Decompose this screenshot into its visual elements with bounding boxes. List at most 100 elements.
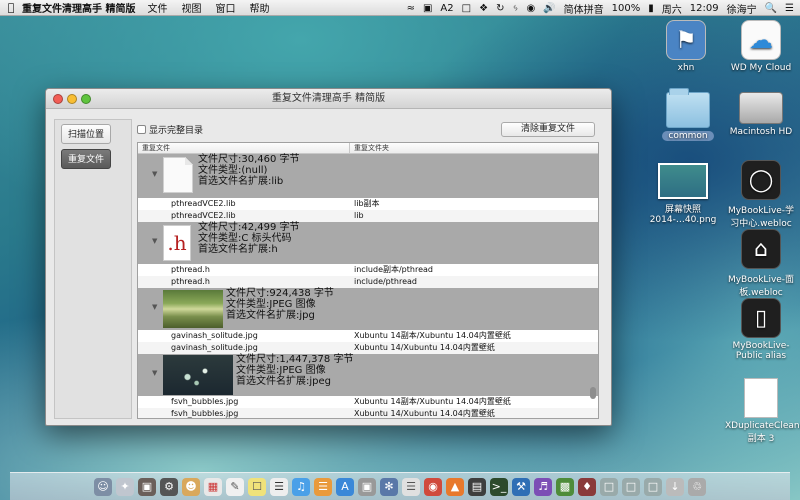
desktop-icon-mybooklive-learning[interactable]: ◯ MyBookLive-学习中心.webloc	[725, 160, 797, 229]
notes-icon[interactable]: ✎	[226, 477, 244, 496]
column-header-folder[interactable]: 重复文件夹	[350, 143, 598, 153]
window-titlebar[interactable]: 重复文件清理高手 精简版	[46, 89, 611, 109]
textedit-icon[interactable]: ☰	[402, 477, 420, 496]
show-full-dir-option[interactable]: 显示完整目录	[137, 123, 203, 136]
preview-icon[interactable]: ▣	[358, 477, 376, 496]
vlc-icon[interactable]: ▲	[446, 477, 464, 496]
activity-monitor-icon[interactable]: ▤	[468, 477, 486, 496]
reminders-icon[interactable]: ☰	[270, 477, 288, 496]
adobe-notification-icon[interactable]: A2	[440, 3, 453, 14]
disclosure-triangle-icon[interactable]: ▼	[152, 369, 157, 377]
app-icon-2[interactable]: ♦	[578, 477, 596, 496]
group-row[interactable]: ▼ 文件尺寸:1,447,378 字节 文件类型:JPEG 图像 首选文件名扩展…	[138, 354, 598, 396]
notification-center-icon[interactable]: ☰	[785, 3, 794, 14]
ibooks-icon[interactable]: ☰	[314, 477, 332, 496]
wifi-icon[interactable]: ◉	[526, 3, 535, 14]
column-header-file[interactable]: 重复文件	[138, 143, 350, 153]
window-minimized-icon-2[interactable]: □	[622, 477, 640, 496]
table-row[interactable]: pthread.h include/pthread	[138, 276, 598, 288]
stickies-icon[interactable]: ☐	[248, 477, 266, 496]
terminal-icon[interactable]: >_	[490, 477, 508, 496]
app-store-icon[interactable]: A	[336, 477, 354, 496]
clear-duplicates-button[interactable]: 清除重复文件	[501, 122, 595, 137]
duplicate-files-button[interactable]: 重复文件	[61, 149, 111, 169]
volume-icon[interactable]: 🔊	[543, 3, 555, 14]
box-icon[interactable]: □	[462, 3, 471, 14]
launchpad-icon[interactable]: ✦	[116, 477, 134, 496]
group-row[interactable]: ▼ 文件尺寸:924,438 字节 文件类型:JPEG 图像 首选文件名扩展:j…	[138, 288, 598, 330]
desktop-icon-wd-my-cloud[interactable]: ☁ WD My Cloud	[725, 20, 797, 73]
document-icon	[744, 378, 778, 418]
minimize-button[interactable]	[67, 94, 77, 104]
menu-window[interactable]: 窗口	[215, 0, 235, 15]
dropbox-icon[interactable]: ❖	[479, 3, 488, 14]
duplicates-table[interactable]: 重复文件 重复文件夹 ▼ 文件尺寸:30,460 字节 文件类型:(null) …	[137, 142, 599, 419]
window-minimized-icon-3[interactable]: □	[644, 477, 662, 496]
clock-time[interactable]: 12:09	[690, 3, 719, 14]
vertical-scrollbar[interactable]	[590, 387, 596, 399]
table-row[interactable]: fsvh_bubbles.jpg Xubuntu 14/Xubuntu 14.0…	[138, 408, 598, 418]
safari-icon[interactable]: ✻	[380, 477, 398, 496]
display-icon[interactable]: ▣	[423, 3, 432, 14]
app-icon[interactable]: ▩	[556, 477, 574, 496]
photo-thumbnail	[163, 355, 233, 395]
desktop-icon-common[interactable]: common	[652, 88, 724, 141]
user-name[interactable]: 徐海宁	[727, 1, 757, 16]
disclosure-triangle-icon[interactable]: ▼	[152, 237, 157, 245]
disclosure-triangle-icon[interactable]: ▼	[152, 170, 157, 178]
downloads-icon[interactable]: ↓	[666, 477, 684, 496]
group-row[interactable]: ▼ 文件尺寸:30,460 字节 文件类型:(null) 首选文件名扩展:lib	[138, 154, 598, 198]
table-row[interactable]: pthread.h include副本/pthread	[138, 264, 598, 276]
menu-help[interactable]: 帮助	[249, 0, 269, 15]
desktop-icon-xhn[interactable]: ⚑ xhn	[650, 20, 722, 73]
chrome-icon[interactable]: ◉	[424, 477, 442, 496]
finder-icon[interactable]: ☺	[94, 477, 112, 496]
group-ext: 首选文件名扩展:lib	[198, 176, 284, 187]
group-size: 文件尺寸:30,460 字节	[198, 154, 300, 165]
battery-icon[interactable]: ▮	[648, 3, 654, 14]
day-label[interactable]: 周六	[662, 1, 682, 16]
system-preferences-icon[interactable]: ⚙	[160, 477, 178, 496]
desktop-icon-macintosh-hd[interactable]: Macintosh HD	[725, 92, 797, 137]
group-row[interactable]: ▼ .h 文件尺寸:42,499 字节 文件类型:C 标头代码 首选文件名扩展:…	[138, 222, 598, 264]
table-row[interactable]: pthreadVCE2.lib lib	[138, 210, 598, 222]
file-name: fsvh_bubbles.jpg	[171, 409, 239, 418]
desktop-icon-screenshot[interactable]: 屏幕快照 2014-…40.png	[647, 163, 719, 225]
status-area: ≈ ▣ A2 □ ❖ ↻ ᛃ ◉ 🔊 简体拼音 100% ▮ 周六 12:09 …	[407, 0, 794, 16]
table-header: 重复文件 重复文件夹	[138, 143, 598, 154]
bluetooth-icon[interactable]: ᛃ	[512, 3, 518, 14]
contacts-icon[interactable]: ☻	[182, 477, 200, 496]
time-machine-icon[interactable]: ↻	[496, 3, 504, 14]
show-full-dir-checkbox[interactable]	[137, 125, 146, 134]
trash-icon[interactable]: ♲	[688, 477, 706, 496]
scan-location-button[interactable]: 扫描位置	[61, 124, 111, 144]
desktop-icon-mybooklive-public[interactable]: ▯ MyBookLive-Public alias	[725, 298, 797, 361]
cloud-icon: ☁	[741, 20, 781, 60]
window-title: 重复文件清理高手 精简版	[271, 93, 386, 104]
menu-file[interactable]: 文件	[147, 0, 167, 15]
file-name: fsvh_bubbles.jpg	[171, 397, 239, 406]
music-icon[interactable]: ♫	[292, 477, 310, 496]
apple-icon[interactable]: 	[0, 1, 22, 14]
disclosure-triangle-icon[interactable]: ▼	[152, 303, 157, 311]
table-row[interactable]: fsvh_bubbles.jpg Xubuntu 14副本/Xubuntu 14…	[138, 396, 598, 408]
battery-percent[interactable]: 100%	[612, 3, 641, 14]
zoom-button[interactable]	[81, 94, 91, 104]
close-button[interactable]	[53, 94, 63, 104]
desktop-icon-xduplicatecleaner[interactable]: XDuplicateCleaner副本 3	[725, 378, 800, 444]
menu-app-name[interactable]: 重复文件清理高手 精简版	[22, 0, 135, 15]
spotlight-icon[interactable]: 🔍	[765, 3, 777, 14]
table-row[interactable]: pthreadVCE2.lib lib副本	[138, 198, 598, 210]
mustache-icon[interactable]: ≈	[407, 3, 415, 14]
window-minimized-icon[interactable]: □	[600, 477, 618, 496]
calendar-icon[interactable]: ▦	[204, 477, 222, 496]
menu-view[interactable]: 视图	[181, 0, 201, 15]
photo-app-icon[interactable]: ▣	[138, 477, 156, 496]
itunes-icon[interactable]: ♬	[534, 477, 552, 496]
ime-label[interactable]: 简体拼音	[564, 1, 604, 16]
table-row[interactable]: gavinash_solitude.jpg Xubuntu 14副本/Xubun…	[138, 330, 598, 342]
group-size: 文件尺寸:42,499 字节	[198, 222, 300, 233]
desktop-icon-mybooklive-panel[interactable]: ⌂ MyBookLive-面板.webloc	[725, 229, 797, 298]
xcode-icon[interactable]: ⚒	[512, 477, 530, 496]
table-row[interactable]: gavinash_solitude.jpg Xubuntu 14/Xubuntu…	[138, 342, 598, 354]
